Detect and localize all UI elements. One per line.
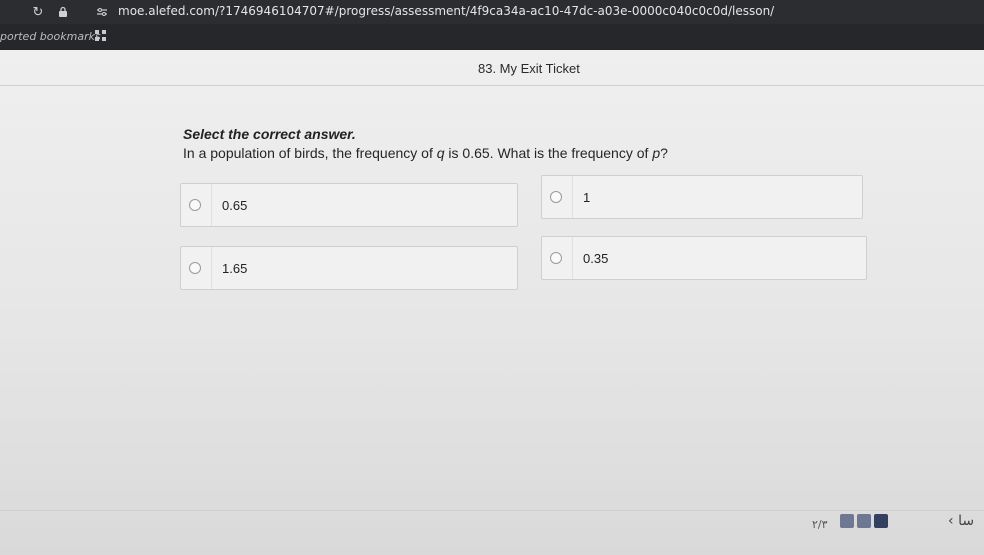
reload-icon[interactable]: ↻ xyxy=(30,4,46,20)
radio-button[interactable] xyxy=(550,191,562,203)
assessment-page: 83. My Exit Ticket Select the correct an… xyxy=(0,50,984,555)
previous-button[interactable]: ‹ ﺳﺎ xyxy=(948,513,974,529)
question-prompt: Select the correct answer. xyxy=(183,126,356,142)
question-text: In a population of birds, the frequency … xyxy=(183,145,668,161)
imported-bookmarks-link[interactable]: ported bookmarks xyxy=(0,30,101,43)
question-text-part: is 0.65. What is the frequency of xyxy=(444,145,653,161)
option-label: 0.35 xyxy=(572,237,608,279)
answer-option-d[interactable]: 0.35 xyxy=(541,236,867,280)
progress-step[interactable] xyxy=(857,514,871,528)
progress-step-current[interactable] xyxy=(874,514,888,528)
answer-option-c[interactable]: 1.65 xyxy=(180,246,518,290)
radio-button[interactable] xyxy=(189,262,201,274)
apps-grid-icon[interactable] xyxy=(94,29,107,46)
browser-toolbar: ↻ moe.alefed.com/?1746946104707#/progres… xyxy=(0,0,984,24)
radio-button[interactable] xyxy=(189,199,201,211)
question-text-part: In a population of birds, the frequency … xyxy=(183,145,437,161)
page-counter: ٢/٣ xyxy=(812,518,828,531)
variable-q: q xyxy=(436,145,445,161)
bookmarks-bar: ported bookmarks xyxy=(0,24,984,50)
option-label: 1 xyxy=(572,176,590,218)
answer-option-b[interactable]: 1 xyxy=(541,175,863,219)
answer-option-a[interactable]: 0.65 xyxy=(180,183,518,227)
page-title: 83. My Exit Ticket xyxy=(478,61,580,76)
progress-indicator xyxy=(840,514,888,528)
lock-icon[interactable] xyxy=(55,4,71,20)
address-bar[interactable]: moe.alefed.com/?1746946104707#/progress/… xyxy=(118,4,984,20)
site-settings-icon[interactable] xyxy=(94,4,110,20)
option-label: 1.65 xyxy=(211,247,247,289)
page-header: 83. My Exit Ticket xyxy=(0,50,984,86)
progress-step[interactable] xyxy=(840,514,854,528)
footer-divider xyxy=(0,510,984,511)
variable-p: p xyxy=(652,145,661,161)
question-text-part: ? xyxy=(660,145,668,161)
option-label: 0.65 xyxy=(211,184,247,226)
radio-button[interactable] xyxy=(550,252,562,264)
